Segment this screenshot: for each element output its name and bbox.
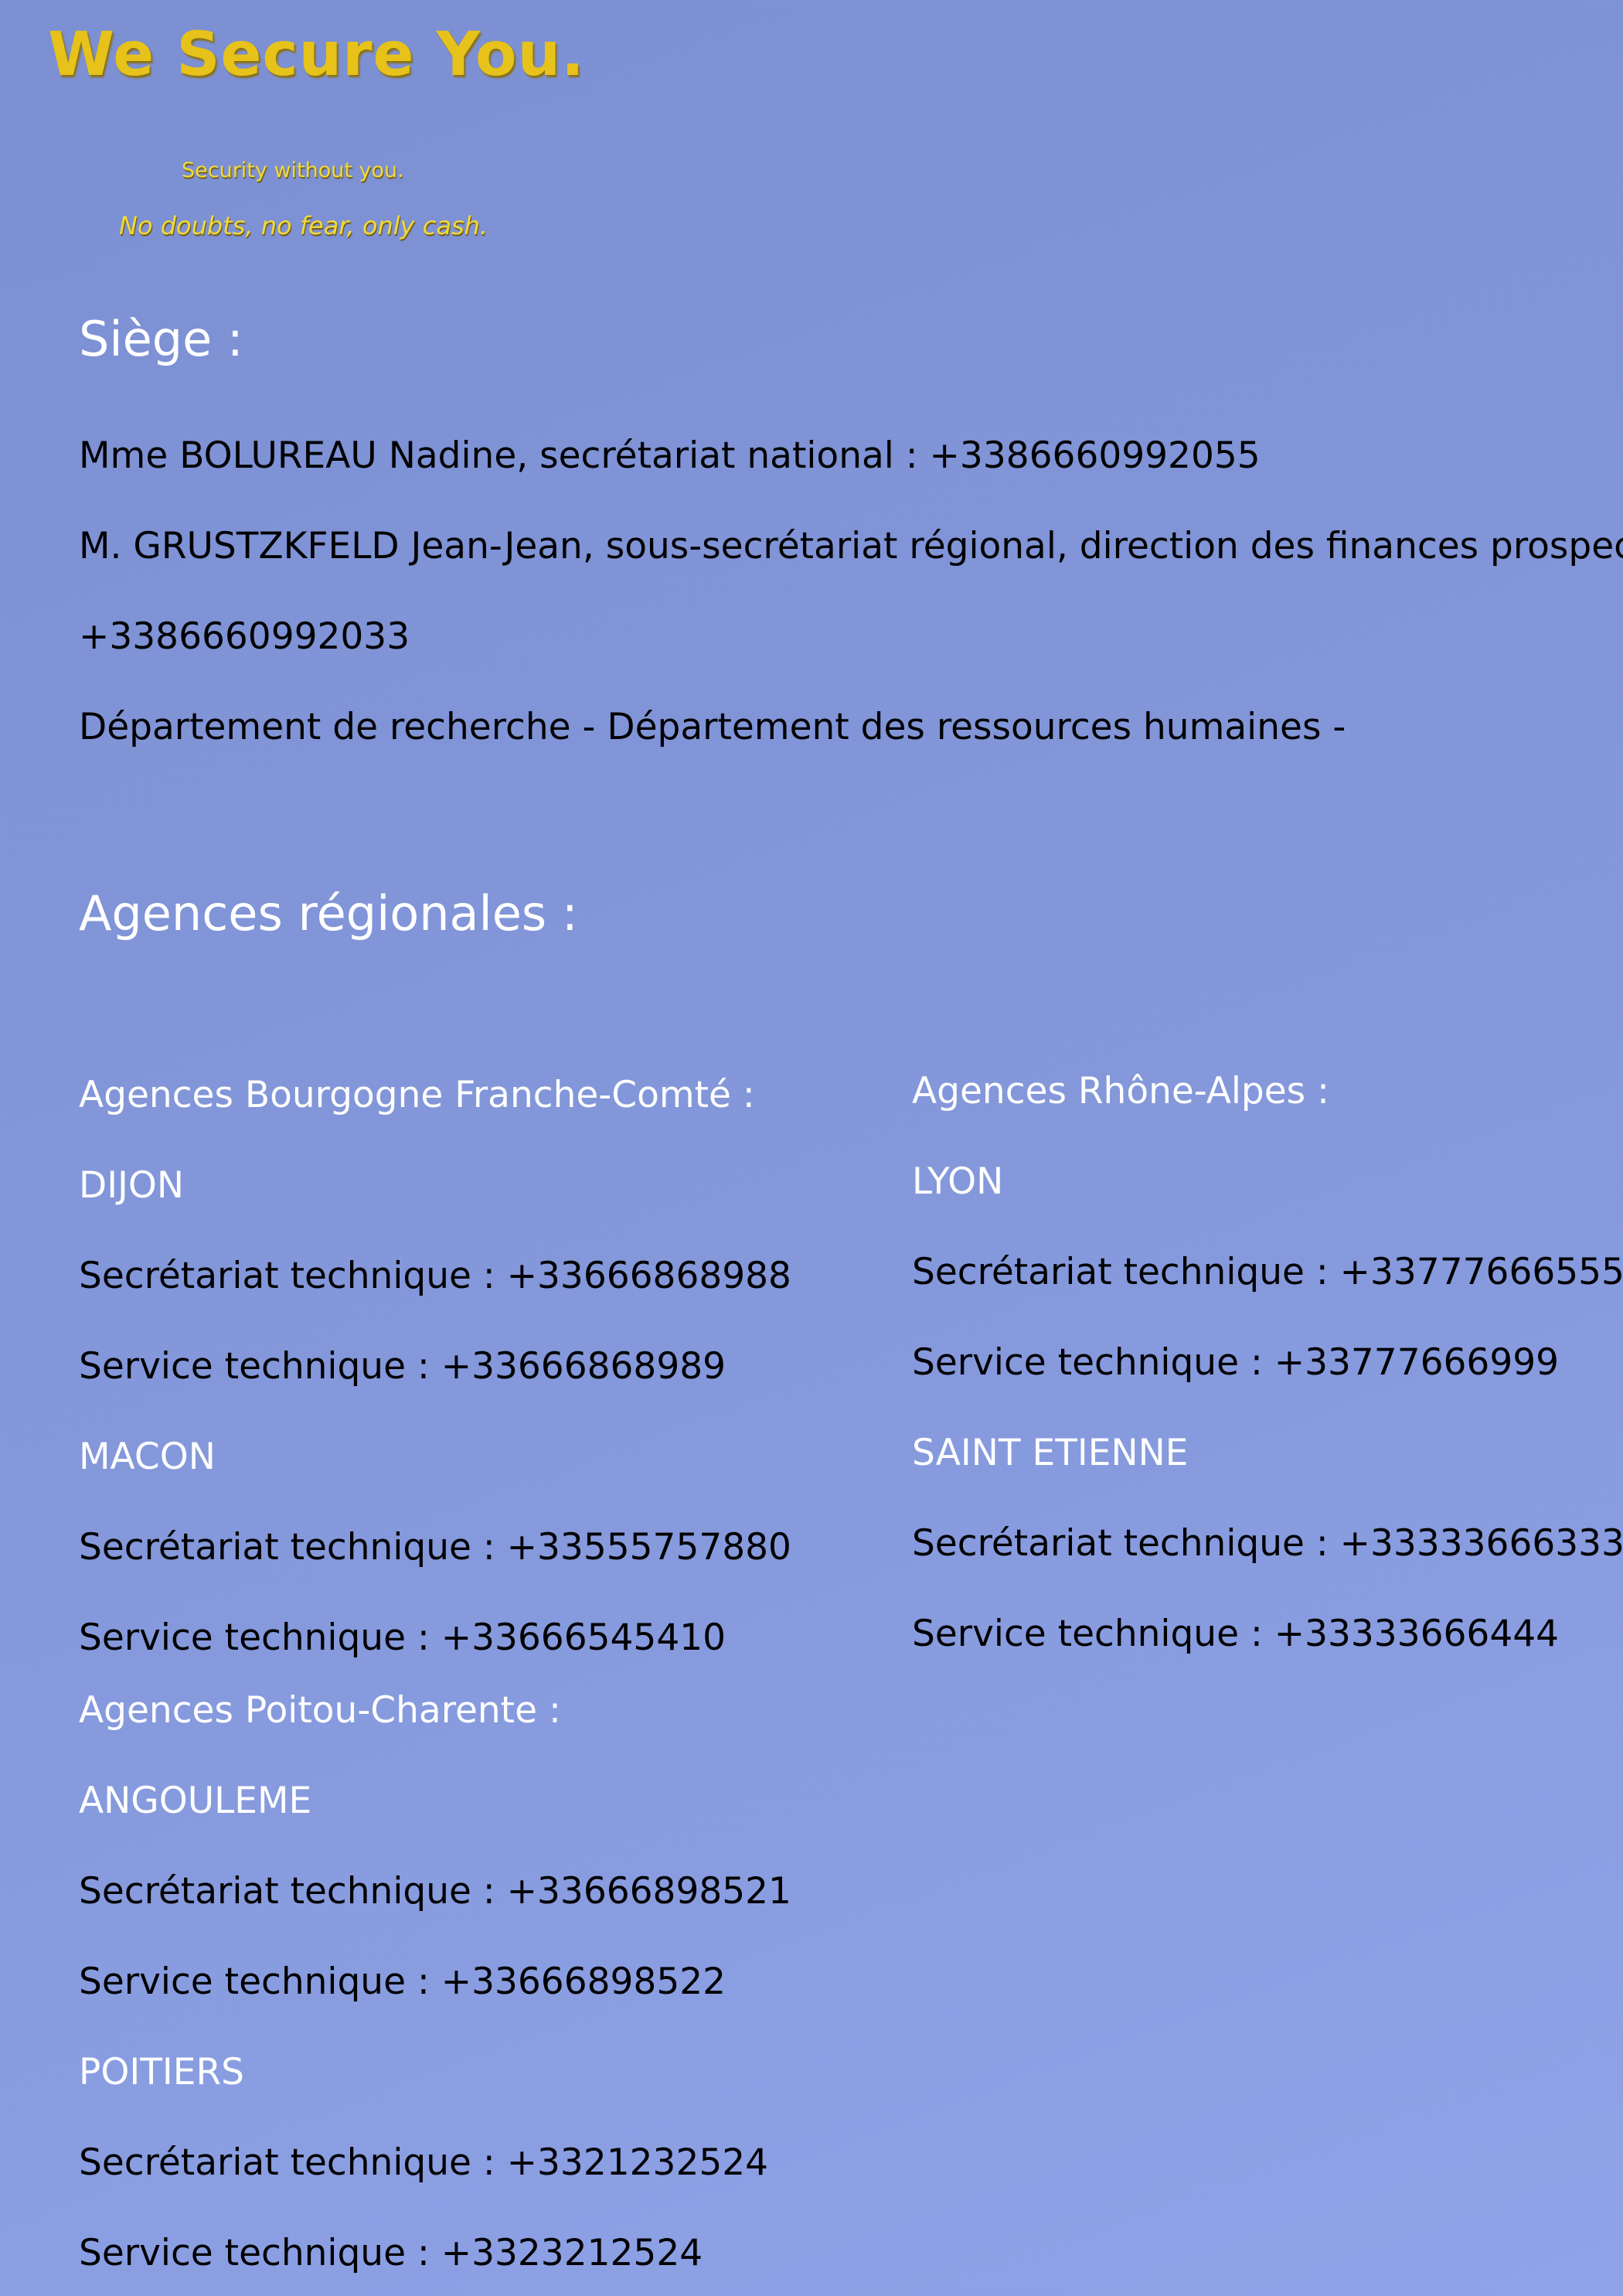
- siege-line-regional-phone: +3386660992033: [79, 615, 410, 658]
- saint-etienne-secretariat: Secrétariat technique : +33333666333: [912, 1522, 1623, 1565]
- lyon-service: Service technique : +33777666999: [912, 1341, 1560, 1384]
- region-rhone-alpes: Agences Rhône-Alpes :: [912, 1070, 1329, 1112]
- region-bourgogne: Agences Bourgogne Franche-Comté :: [79, 1074, 755, 1116]
- macon-secretariat: Secrétariat technique : +33555757880: [79, 1526, 791, 1569]
- city-lyon: LYON: [912, 1160, 1004, 1203]
- poitiers-service: Service technique : +3323212524: [79, 2232, 703, 2274]
- poitiers-secretariat: Secrétariat technique : +3321232524: [79, 2141, 769, 2184]
- siege-heading: Siège :: [79, 311, 243, 367]
- lyon-secretariat: Secrétariat technique : +33777666555: [912, 1251, 1623, 1293]
- dijon-service: Service technique : +33666868989: [79, 1345, 726, 1388]
- angouleme-service: Service technique : +33666898522: [79, 1960, 726, 2003]
- siege-line-regional: M. GRUSTZKFELD Jean-Jean, sous-secrétari…: [79, 525, 1623, 567]
- macon-service: Service technique : +33666545410: [79, 1616, 726, 1659]
- region-poitou: Agences Poitou-Charente :: [79, 1689, 561, 1732]
- city-dijon: DIJON: [79, 1164, 185, 1207]
- brand-title: We Secure You.: [48, 20, 585, 90]
- city-macon: MACON: [79, 1436, 216, 1478]
- saint-etienne-service: Service technique : +33333666444: [912, 1613, 1560, 1655]
- tagline-cash: No doubts, no fear, only cash.: [119, 211, 488, 240]
- dijon-secretariat: Secrétariat technique : +33666868988: [79, 1255, 791, 1297]
- city-poitiers: POITIERS: [79, 2051, 244, 2093]
- tagline-security: Security without you.: [182, 158, 404, 182]
- city-saint-etienne: SAINT ETIENNE: [912, 1432, 1189, 1474]
- angouleme-secretariat: Secrétariat technique : +33666898521: [79, 1870, 791, 1913]
- siege-line-departments: Département de recherche - Département d…: [79, 706, 1346, 748]
- siege-line-national: Mme BOLUREAU Nadine, secrétariat nationa…: [79, 434, 1261, 477]
- city-angouleme: ANGOULEME: [79, 1780, 312, 1822]
- agences-heading: Agences régionales :: [79, 885, 578, 942]
